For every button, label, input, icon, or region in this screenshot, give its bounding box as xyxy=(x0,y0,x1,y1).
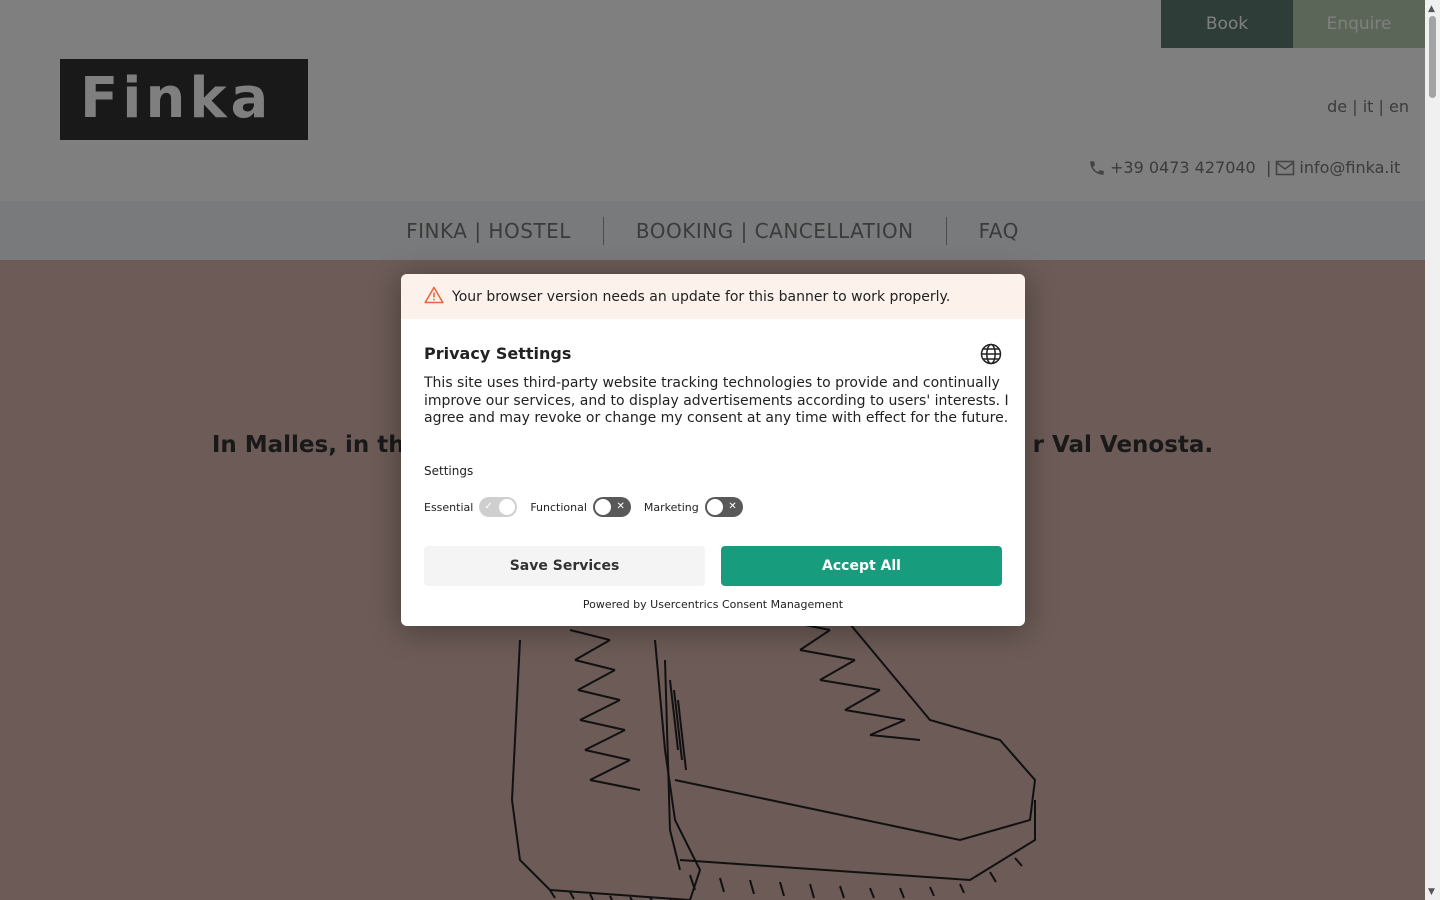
functional-toggle[interactable]: ✕ xyxy=(592,497,631,517)
scroll-down-arrow-icon[interactable]: ▼ xyxy=(1428,887,1435,897)
consent-toggles: Essential ✓ Functional ✕ Marketing ✕ xyxy=(424,497,756,517)
settings-heading: Settings xyxy=(424,464,474,478)
essential-toggle[interactable]: ✓ xyxy=(479,497,518,517)
toggle-group-essential: Essential ✓ xyxy=(424,497,518,517)
toggle-label-essential: Essential xyxy=(424,500,474,514)
close-icon: ✕ xyxy=(616,501,625,512)
toggle-knob xyxy=(594,499,611,515)
powered-by-link[interactable]: Powered by Usercentrics Consent Manageme… xyxy=(401,598,1025,611)
consent-title: Privacy Settings xyxy=(424,344,572,363)
marketing-toggle[interactable]: ✕ xyxy=(704,497,743,517)
toggle-label-marketing: Marketing xyxy=(643,500,699,514)
scroll-thumb[interactable] xyxy=(1429,16,1436,98)
page-scrollbar[interactable]: ▲ ▼ xyxy=(1425,0,1440,900)
warning-icon xyxy=(424,286,452,308)
close-icon: ✕ xyxy=(728,501,737,512)
globe-icon[interactable] xyxy=(980,343,1002,369)
toggle-label-functional: Functional xyxy=(530,500,587,514)
check-icon: ✓ xyxy=(484,501,493,512)
consent-description: This site uses third-party website track… xyxy=(424,375,1009,426)
toggle-knob xyxy=(706,499,723,515)
toggle-group-marketing: Marketing ✕ xyxy=(644,497,743,517)
toggle-knob xyxy=(499,499,516,515)
accept-all-button[interactable]: Accept All xyxy=(721,546,1002,586)
scroll-up-arrow-icon[interactable]: ▲ xyxy=(1428,4,1435,14)
browser-warning-text: Your browser version needs an update for… xyxy=(452,288,951,305)
toggle-group-functional: Functional ✕ xyxy=(530,497,631,517)
save-services-button[interactable]: Save Services xyxy=(424,546,705,586)
browser-warning-banner: Your browser version needs an update for… xyxy=(401,274,1025,319)
consent-dialog: Your browser version needs an update for… xyxy=(401,274,1025,626)
